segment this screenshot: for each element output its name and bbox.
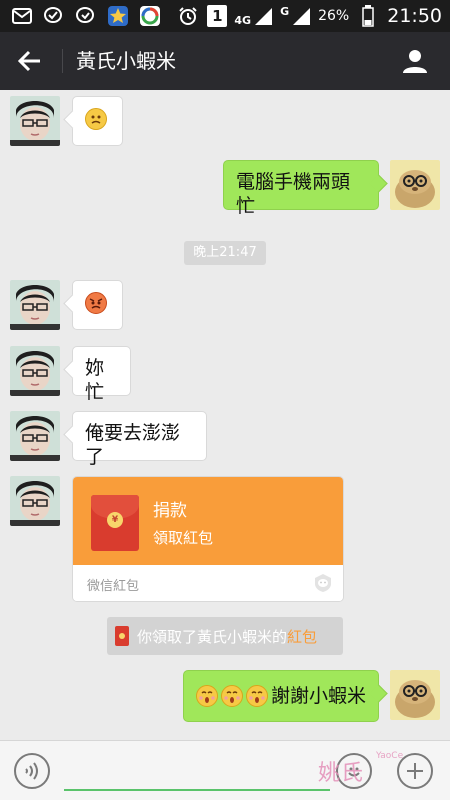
avatar-friend[interactable] xyxy=(10,280,60,330)
star-app-icon xyxy=(106,4,130,28)
self-avatar-image xyxy=(390,670,440,720)
alarm-icon xyxy=(176,4,200,28)
signal-strength-icon xyxy=(293,8,311,25)
system-notice-link[interactable]: 紅包 xyxy=(287,626,317,647)
message-bubble-outgoing[interactable]: 電腦手機兩頭忙 xyxy=(223,160,379,217)
chat-messages[interactable]: 電腦手機兩頭忙 晚上21:47 妳忙 俺要去澎澎了 ¥ 捐款 領取紅包 微信紅包… xyxy=(0,90,450,740)
self-avatar-image xyxy=(390,160,440,210)
battery-icon xyxy=(356,4,380,28)
avatar-friend[interactable] xyxy=(10,476,60,526)
chat-header: 黃氏小蝦米 xyxy=(0,32,450,90)
avatar-friend[interactable] xyxy=(10,411,60,461)
wechat-notification-icon xyxy=(42,4,66,28)
red-packet-header: ¥ 捐款 領取紅包 xyxy=(73,477,343,565)
system-notice-text: 你領取了黃氏小蝦米的 xyxy=(137,627,288,646)
message-bubble-incoming[interactable] xyxy=(72,96,123,146)
avatar-self[interactable] xyxy=(390,160,440,210)
red-packet-title: 捐款 xyxy=(153,501,187,521)
message-input-bar: 姚氏 YaoCe xyxy=(0,740,450,800)
avatar-self[interactable] xyxy=(390,670,440,720)
friend-avatar-image xyxy=(10,411,60,461)
watermark-text: 姚氏 xyxy=(318,761,365,786)
signal-strength-icon xyxy=(255,8,273,25)
time-separator: 晚上21:47 xyxy=(184,241,266,265)
message-bubble-incoming[interactable]: 俺要去澎澎了 xyxy=(72,411,207,468)
red-packet-subtitle: 領取紅包 xyxy=(153,529,214,547)
network-g-label: G xyxy=(280,5,290,18)
arrow-left-icon xyxy=(18,50,40,72)
red-packet-small-icon xyxy=(115,626,129,646)
message-bubble-incoming[interactable] xyxy=(72,280,123,330)
notification-count-badge: 1 xyxy=(207,5,228,27)
surprised-emoji-icon xyxy=(196,685,218,707)
signal-g: G xyxy=(280,6,311,26)
wechat-pay-logo-icon xyxy=(315,574,331,592)
surprised-emoji-icon xyxy=(221,685,243,707)
mail-icon xyxy=(10,4,34,28)
red-packet-brand: 微信紅包 xyxy=(87,579,140,594)
battery-percent: 26% xyxy=(318,8,350,24)
voice-wave-icon xyxy=(25,762,38,780)
friend-avatar-image xyxy=(10,476,60,526)
person-icon xyxy=(403,50,427,73)
surprised-emoji-icon xyxy=(246,685,268,707)
network-4g-label: 4G xyxy=(234,14,252,27)
message-text-input[interactable] xyxy=(64,753,330,791)
red-envelope-coin: ¥ xyxy=(107,512,123,528)
avatar-friend[interactable] xyxy=(10,96,60,146)
message-text: 謝謝小蝦米 xyxy=(271,685,367,707)
friend-avatar-image xyxy=(10,346,60,396)
status-bar: 1 4G G 26% 21:50 xyxy=(0,0,450,32)
message-bubble-outgoing[interactable]: 謝謝小蝦米 xyxy=(183,670,379,722)
watermark-subtext: YaoCe xyxy=(376,751,404,761)
avatar-friend[interactable] xyxy=(10,346,60,396)
voice-input-button[interactable] xyxy=(14,753,50,789)
friend-avatar-image xyxy=(10,96,60,146)
signal-4g: 4G xyxy=(234,6,273,26)
angry-emoji-icon xyxy=(85,291,107,314)
shield-check-icon xyxy=(74,4,98,28)
red-envelope-icon: ¥ xyxy=(91,495,139,551)
chat-info-button[interactable] xyxy=(400,46,430,76)
red-packet-card[interactable]: ¥ 捐款 領取紅包 微信紅包 xyxy=(72,476,344,602)
colorful-app-icon xyxy=(138,4,162,28)
plus-icon xyxy=(407,763,423,779)
page-title: 黃氏小蝦米 xyxy=(76,49,176,73)
system-notice: 你領取了黃氏小蝦米的 紅包 xyxy=(107,617,343,655)
status-time: 21:50 xyxy=(387,5,442,27)
red-packet-footer: 微信紅包 xyxy=(73,565,343,601)
confused-emoji-icon xyxy=(85,107,107,130)
friend-avatar-image xyxy=(10,280,60,330)
header-divider xyxy=(62,49,63,73)
back-button[interactable] xyxy=(14,46,46,76)
message-bubble-incoming[interactable]: 妳忙 xyxy=(72,346,131,403)
